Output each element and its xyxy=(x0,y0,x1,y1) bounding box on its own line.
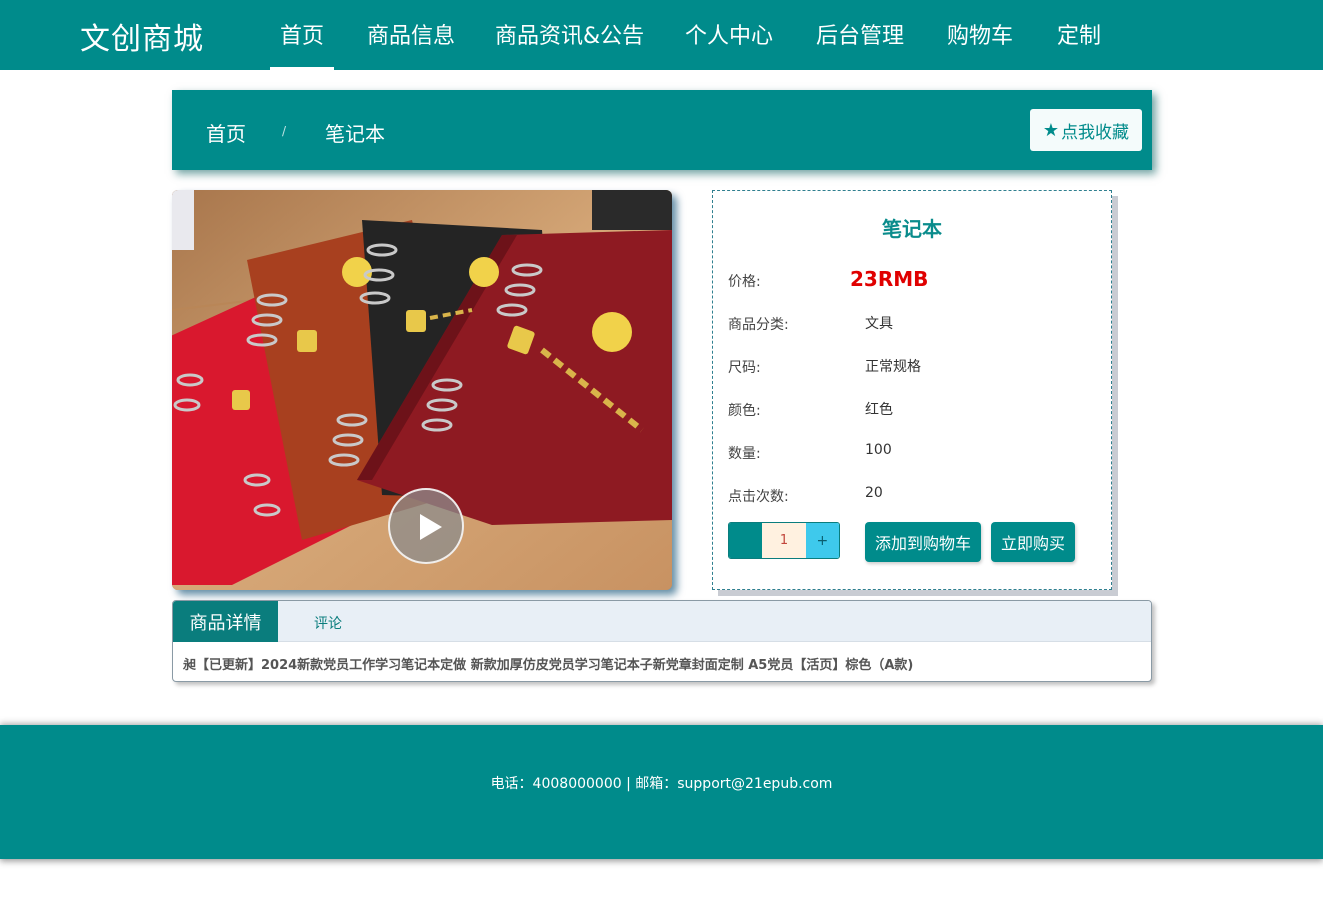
nav-item-profile[interactable]: 个人中心 xyxy=(685,18,773,50)
nav-item-home[interactable]: 首页 xyxy=(269,18,335,70)
color-label: 颜色: xyxy=(728,403,761,419)
footer: 电话：4008000000 | 邮箱：support@21epub.com xyxy=(0,725,1323,859)
size-value: 正常规格 xyxy=(865,359,921,375)
price-value: 23RMB xyxy=(850,267,929,291)
nav-item-products[interactable]: 商品信息 xyxy=(367,18,455,50)
top-navbar: 文创商城 首页 商品信息 商品资讯&公告 个人中心 后台管理 购物车 定制 xyxy=(0,0,1323,70)
product-description: 昶【已更新】2024新款党员工作学习笔记本定做 新款加厚仿皮党员学习笔记本子新党… xyxy=(183,658,914,673)
breadcrumb-home[interactable]: 首页 xyxy=(206,118,246,147)
play-video-button[interactable] xyxy=(388,488,464,564)
product-image[interactable] xyxy=(172,190,672,590)
color-value: 红色 xyxy=(865,402,893,418)
quantity-increase-button[interactable]: + xyxy=(805,523,839,558)
category-value: 文具 xyxy=(865,316,893,332)
stock-value: 100 xyxy=(865,442,892,458)
breadcrumb: 首页 / 笔记本 ★ 点我收藏 xyxy=(172,90,1152,170)
clicks-label: 点击次数: xyxy=(728,489,789,505)
favorite-button[interactable]: ★ 点我收藏 xyxy=(1030,109,1142,151)
tab-product-detail[interactable]: 商品详情 xyxy=(173,601,278,642)
add-to-cart-button[interactable]: 添加到购物车 xyxy=(865,522,981,562)
quantity-input[interactable]: 1 xyxy=(762,523,806,558)
favorite-button-label: 点我收藏 xyxy=(1061,122,1130,143)
breadcrumb-current: 笔记本 xyxy=(325,122,385,146)
product-detail-panel: 商品详情 评论 昶【已更新】2024新款党员工作学习笔记本定做 新款加厚仿皮党员… xyxy=(172,600,1152,682)
size-label: 尺码: xyxy=(728,360,761,376)
tab-comments[interactable]: 评论 xyxy=(314,613,342,633)
price-label: 价格: xyxy=(728,274,761,290)
product-info-card: 笔记本 价格: 23RMB 商品分类: 文具 尺码: 正常规格 颜色: 红色 数… xyxy=(712,190,1112,590)
category-label: 商品分类: xyxy=(728,317,789,333)
clicks-value: 20 xyxy=(865,485,883,501)
nav-item-admin[interactable]: 后台管理 xyxy=(816,18,904,50)
brand-logo[interactable]: 文创商城 xyxy=(80,14,204,58)
footer-contact: 电话：4008000000 | 邮箱：support@21epub.com xyxy=(490,776,833,792)
quantity-decrease-button[interactable] xyxy=(729,523,763,558)
nav-item-custom[interactable]: 定制 xyxy=(1057,18,1101,50)
stock-label: 数量: xyxy=(728,446,761,462)
product-title: 笔记本 xyxy=(882,217,942,241)
star-icon: ★ xyxy=(1042,119,1060,141)
quantity-stepper: 1 + xyxy=(728,522,840,559)
nav-item-cart[interactable]: 购物车 xyxy=(947,18,1013,50)
nav-item-news[interactable]: 商品资讯&公告 xyxy=(495,18,644,50)
breadcrumb-separator: / xyxy=(282,124,287,138)
detail-tabbar: 商品详情 评论 xyxy=(173,601,1151,642)
buy-now-button[interactable]: 立即购买 xyxy=(991,522,1075,562)
